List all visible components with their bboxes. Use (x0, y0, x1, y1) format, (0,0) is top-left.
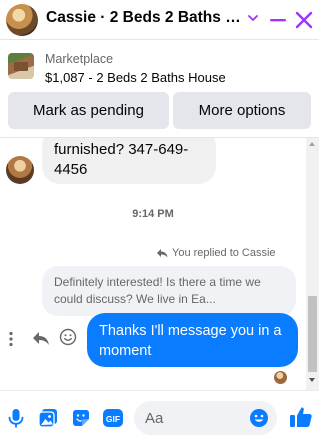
gif-icon[interactable]: GIF (102, 408, 124, 428)
scroll-down-arrow-icon[interactable] (309, 378, 315, 382)
reply-icon[interactable] (32, 330, 50, 346)
svg-text:GIF: GIF (106, 414, 120, 424)
message-thread[interactable]: furnished? 347-649-4456 9:14 PM You repl… (0, 138, 306, 390)
thumbs-up-icon[interactable] (288, 404, 314, 430)
marketplace-banner: Marketplace $1,087 - 2 Beds 2 Baths Hous… (0, 41, 319, 137)
scrollbar-thumb[interactable] (308, 296, 317, 372)
emoji-icon[interactable] (249, 408, 269, 428)
reply-icon (157, 249, 168, 258)
marketplace-label: Marketplace (45, 52, 114, 66)
more-actions-icon[interactable] (8, 331, 14, 347)
chevron-down-icon[interactable] (247, 12, 259, 24)
quoted-message[interactable]: Definitely interested! Is there a time w… (42, 266, 296, 316)
chat-header: Cassie · 2 Beds 2 Baths House (0, 0, 319, 40)
microphone-icon[interactable] (5, 407, 27, 429)
minimize-icon[interactable] (268, 10, 288, 30)
seen-avatar (274, 371, 287, 384)
listing-title[interactable]: $1,087 - 2 Beds 2 Baths House (45, 70, 226, 85)
message-timestamp: 9:14 PM (132, 208, 174, 220)
react-emoji-icon[interactable] (59, 328, 77, 346)
scroll-up-arrow-icon[interactable] (309, 142, 315, 146)
sender-avatar[interactable] (6, 156, 34, 184)
listing-thumbnail[interactable] (8, 53, 34, 79)
composer: GIF (0, 390, 319, 444)
reply-indicator: You replied to Cassie (156, 247, 276, 259)
more-options-button[interactable]: More options (173, 92, 311, 129)
sticker-icon[interactable] (70, 407, 92, 429)
outgoing-message[interactable]: Thanks I'll message you in a moment (87, 313, 298, 367)
contact-avatar[interactable] (6, 4, 38, 36)
photo-icon[interactable] (37, 407, 59, 429)
replied-text: You replied to Cassie (172, 247, 276, 259)
close-icon[interactable] (293, 9, 315, 31)
chat-title[interactable]: Cassie · 2 Beds 2 Baths House (46, 9, 242, 27)
incoming-message[interactable]: furnished? 347-649-4456 (42, 138, 216, 184)
mark-as-pending-button[interactable]: Mark as pending (8, 92, 169, 129)
